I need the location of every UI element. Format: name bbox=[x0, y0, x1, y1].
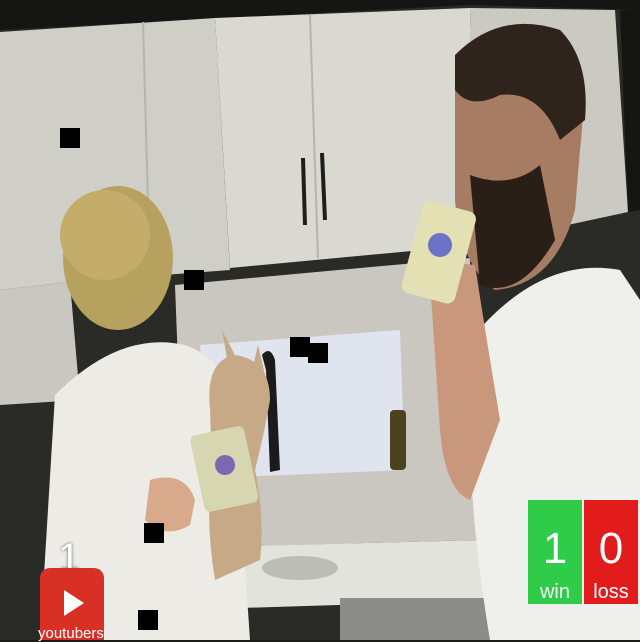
win-score-box: 1 win bbox=[528, 500, 582, 604]
loss-score-box: 0 loss bbox=[584, 500, 638, 604]
sink bbox=[262, 556, 338, 580]
win-value: 1 bbox=[542, 524, 568, 573]
bottle bbox=[390, 410, 406, 470]
youtubers-label: youtubers bbox=[38, 625, 104, 642]
play-icon bbox=[64, 590, 84, 616]
loss-label: loss bbox=[593, 581, 629, 603]
loss-value: 0 bbox=[598, 524, 624, 573]
dishwasher bbox=[340, 598, 490, 640]
win-label: win bbox=[539, 581, 570, 603]
